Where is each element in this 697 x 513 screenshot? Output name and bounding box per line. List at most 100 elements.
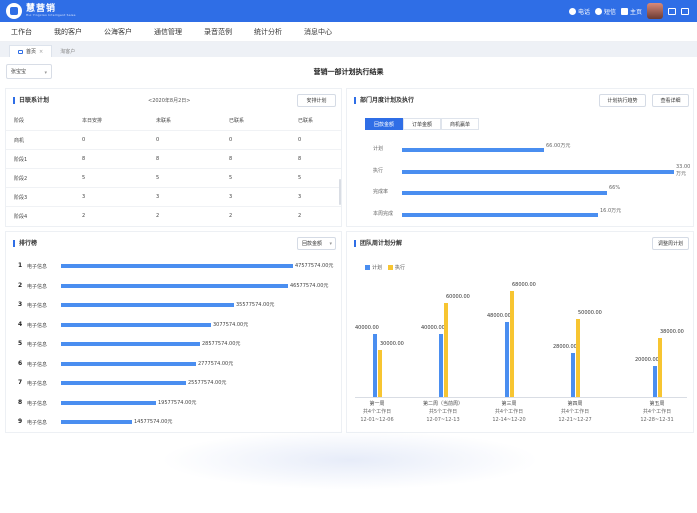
adjust-weekly-plan-button[interactable]: 调整周计划	[652, 237, 689, 250]
rank-bar[interactable]	[61, 322, 211, 327]
bar-actual[interactable]	[444, 303, 448, 397]
weekly-plan-panel: 团队周计划分解 调整周计划 计划 执行 40000.00 30000.00 第一周共…	[346, 231, 694, 433]
nav-item-statistics[interactable]: 统计分析	[243, 27, 293, 37]
home-button[interactable]: 主页	[620, 7, 642, 16]
metric-bar[interactable]	[402, 191, 607, 195]
table-row[interactable]: 商机 0 0 0 0	[6, 130, 341, 149]
bar-actual[interactable]	[576, 319, 580, 397]
bar-plan[interactable]	[373, 334, 377, 397]
nav-item-communication[interactable]: 通信管理	[143, 27, 193, 37]
x-axis	[355, 397, 687, 398]
table-row[interactable]: 阶段1 8 8 8 8	[6, 149, 341, 168]
nav-item-recordings[interactable]: 录音范例	[193, 27, 243, 37]
rank-bar[interactable]	[61, 361, 196, 366]
table-row[interactable]: 阶段3 3 3 3 3	[6, 187, 341, 206]
bar-plan[interactable]	[571, 353, 575, 397]
week-workdays: 共4个工作日	[560, 409, 590, 415]
bar-plan[interactable]	[505, 322, 509, 397]
bar-value-label: 38000.00	[660, 329, 684, 335]
week-date-range: 12-01~12-06	[360, 417, 394, 423]
rank-bar[interactable]	[61, 283, 288, 288]
app-root: 慧营销 Hui Yingxiao Intelligent Sales 电话 短信…	[0, 0, 697, 513]
list-item[interactable]: 2 电子信息 46577574.00元	[6, 278, 341, 297]
bar-plan[interactable]	[439, 334, 443, 397]
close-icon[interactable]: ×	[39, 49, 43, 55]
list-item[interactable]: 3 电子信息 35577574.00元	[6, 297, 341, 316]
list-item[interactable]: 4 电子信息 3077574.00元	[6, 317, 341, 336]
nav-item-messages[interactable]: 消息中心	[293, 27, 343, 37]
bar-value-label: 28000.00	[553, 344, 577, 350]
decorative-glow	[160, 430, 540, 490]
list-item[interactable]: 7 电子信息 25577574.00元	[6, 375, 341, 394]
rank-name: 电子信息	[27, 420, 48, 426]
rank-value: 35577574.00元	[236, 302, 275, 308]
list-item[interactable]: 9 电子信息 14577574.00元	[6, 414, 341, 433]
rank-name: 电子信息	[27, 400, 48, 407]
rank-bar[interactable]	[61, 381, 186, 385]
schedule-plan-button[interactable]: 安排计划	[297, 94, 336, 107]
week-date-range: 12-28~12-31	[640, 417, 674, 423]
layout-icon[interactable]	[681, 7, 689, 15]
message-icon	[594, 7, 602, 15]
top-bar: 慧营销 Hui Yingxiao Intelligent Sales 电话 短信…	[0, 0, 697, 22]
table-scrollbar[interactable]	[339, 179, 341, 205]
table-row[interactable]: 阶段2 5 5 5 5	[6, 168, 341, 187]
page-tabs: 首页 × 淘客户	[0, 42, 697, 57]
ranking-metric-select[interactable]: 回款金额 ▾	[297, 237, 336, 250]
segment-payment[interactable]: 回款金额	[365, 118, 404, 130]
date-navigator[interactable]: <2020年8月2日>	[148, 97, 190, 104]
rank-value: 2777574.00元	[198, 360, 234, 367]
avatar[interactable]	[647, 3, 663, 19]
bar-value-label: 20000.00	[635, 357, 659, 363]
bar-actual[interactable]	[378, 350, 382, 397]
segment-order[interactable]: 订单金额	[403, 118, 442, 130]
page-header: 张宝宝 ▾ 营销一部计划执行结果	[0, 57, 697, 87]
week-date-range: 12-21~12-27	[558, 417, 592, 423]
logo[interactable]: 慧营销 Hui Yingxiao Intelligent Sales	[6, 3, 76, 19]
tab-home[interactable]: 首页 ×	[9, 45, 53, 57]
bar-actual[interactable]	[658, 338, 662, 397]
bar-value-label: 50000.00	[578, 310, 602, 316]
rank-name: 电子信息	[27, 342, 48, 348]
week-date-range: 12-07~12-13	[426, 417, 460, 423]
tab-customers[interactable]: 淘客户	[52, 45, 83, 57]
bar-plan[interactable]	[653, 366, 657, 397]
nav-item-public-customers[interactable]: 公海客户	[93, 27, 143, 37]
rank-bar[interactable]	[61, 342, 200, 346]
rank-name: 电子信息	[27, 361, 48, 368]
ranking-title: 排行榜	[13, 240, 37, 247]
phone-button[interactable]: 电话	[568, 7, 590, 16]
metric-bar[interactable]	[402, 148, 544, 152]
metric-bar[interactable]	[402, 213, 598, 217]
rank-name: 电子信息	[27, 283, 48, 290]
plan-trend-button[interactable]: 计划执行趋势	[599, 94, 646, 107]
page-title: 营销一部计划执行结果	[313, 68, 384, 76]
chevron-down-icon: ▾	[329, 241, 332, 247]
rank-name: 电子信息	[27, 381, 48, 387]
segment-opportunity[interactable]: 商机赢单	[441, 118, 480, 130]
table-row[interactable]: 阶段4 2 2 2 2	[6, 206, 341, 225]
legend-plan[interactable]: 计划	[365, 264, 382, 271]
rank-bar[interactable]	[61, 420, 132, 424]
rank-bar[interactable]	[61, 303, 234, 307]
sms-button[interactable]: 短信	[594, 7, 616, 16]
rank-bar[interactable]	[61, 264, 293, 268]
weekly-plan-title: 团队周计划分解	[354, 240, 402, 247]
view-detail-button[interactable]: 查看详细	[652, 94, 689, 107]
list-item[interactable]: 5 电子信息 28577574.00元	[6, 336, 341, 355]
list-item[interactable]: 6 电子信息 2777574.00元	[6, 356, 341, 375]
list-item[interactable]: 8 电子信息 19577574.00元	[6, 395, 341, 414]
metric-bar[interactable]	[402, 170, 674, 174]
list-item[interactable]: 1 电子信息 47577574.00元	[6, 258, 341, 277]
nav-item-my-customers[interactable]: 我的客户	[43, 27, 93, 37]
nav-item-workbench[interactable]: 工作台	[0, 27, 43, 37]
metric-value: 66.00万元	[546, 143, 571, 149]
rank-number: 5	[18, 340, 23, 347]
bar-actual[interactable]	[510, 291, 514, 397]
legend-actual[interactable]: 执行	[388, 264, 405, 271]
main-nav: 工作台 我的客户 公海客户 通信管理 录音范例 统计分析 消息中心	[0, 22, 697, 42]
window-icon[interactable]	[668, 7, 676, 15]
rank-bar[interactable]	[61, 400, 156, 405]
metric-label: 执行	[373, 168, 384, 174]
week-date-range: 12-14~12-20	[492, 417, 526, 423]
